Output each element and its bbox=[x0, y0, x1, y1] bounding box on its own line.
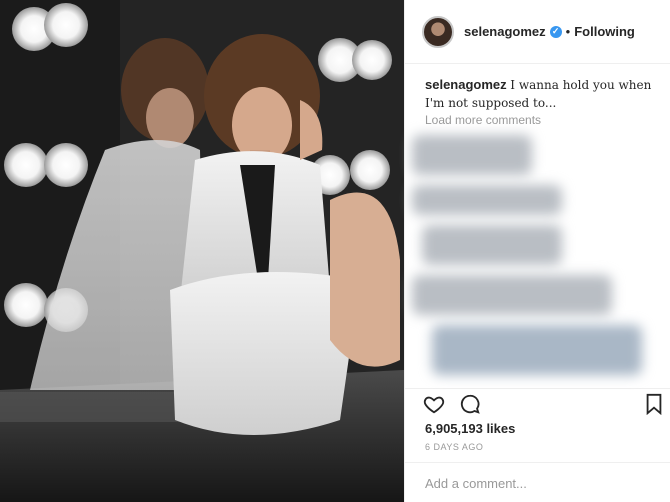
comment-bar bbox=[405, 462, 670, 502]
post-photo[interactable] bbox=[0, 0, 404, 502]
separator-dot: • bbox=[565, 24, 571, 39]
caption-username[interactable]: selenagomez bbox=[425, 77, 507, 92]
post-age: 6 DAYS AGO bbox=[425, 442, 484, 452]
comment-input[interactable] bbox=[425, 473, 655, 493]
post-header: selenagomez ✓ • Following bbox=[405, 0, 670, 64]
verified-badge-icon: ✓ bbox=[549, 25, 562, 38]
username[interactable]: selenagomez bbox=[464, 24, 546, 39]
following-button[interactable]: Following bbox=[574, 24, 635, 39]
comment-bubble-icon[interactable] bbox=[459, 393, 481, 420]
photo-illustration bbox=[0, 0, 404, 502]
heart-icon[interactable] bbox=[423, 393, 445, 420]
blurred-comments bbox=[412, 125, 662, 395]
likes-count[interactable]: 6,905,193 likes bbox=[425, 421, 515, 436]
post-caption: selenagomez I wanna hold you when I'm no… bbox=[425, 76, 655, 112]
bookmark-icon[interactable] bbox=[645, 393, 663, 420]
instagram-post: selenagomez ✓ • Following selenagomez I … bbox=[0, 0, 670, 502]
avatar[interactable] bbox=[422, 15, 454, 48]
